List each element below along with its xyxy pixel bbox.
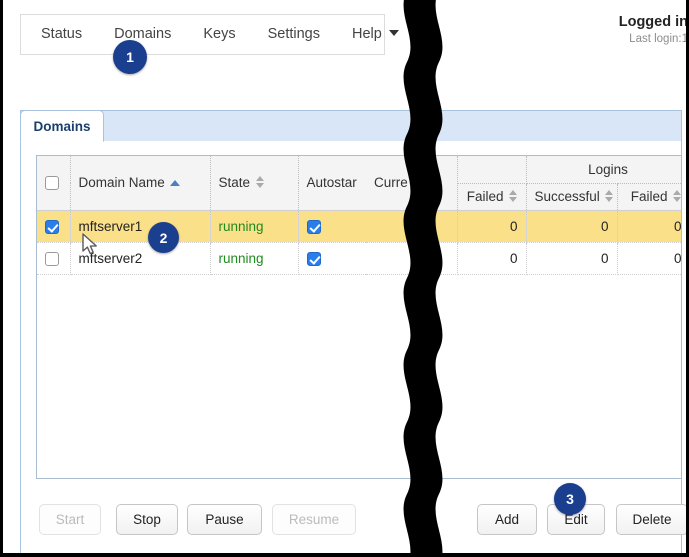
- row-select-checkbox[interactable]: [45, 251, 59, 266]
- column-header-label: Successful: [534, 189, 600, 204]
- column-header-logins-failed[interactable]: Failed: [617, 183, 681, 211]
- sort-both-icon: [605, 190, 614, 202]
- callout-number: 3: [566, 491, 574, 507]
- last-login-label: Last login:1: [629, 33, 688, 45]
- chevron-down-icon: [388, 30, 399, 36]
- nav-item-label: Help: [351, 26, 382, 42]
- cell-current: [366, 210, 458, 243]
- column-header-label: Failed: [466, 189, 504, 204]
- nav-item-label: Keys: [203, 26, 236, 42]
- domains-table: Domain Name State Autostar Curre Logins …: [37, 156, 681, 275]
- autostart-checkbox[interactable]: [306, 251, 321, 266]
- callout-badge-1: 1: [113, 40, 147, 74]
- nav-item-label: Status: [41, 26, 83, 42]
- application-window: Status Domains Keys Settings Help Logged…: [0, 0, 689, 557]
- column-header-autostart[interactable]: Autostar: [298, 156, 366, 211]
- button-label: Delete: [632, 512, 672, 527]
- tab-strip: [20, 110, 682, 141]
- button-label: Add: [494, 512, 520, 527]
- cell-logins-successful: 0: [526, 210, 618, 243]
- nav-item-status[interactable]: Status: [41, 14, 82, 55]
- column-header-label: Failed: [630, 189, 668, 204]
- cell-logins-successful: 0: [526, 242, 618, 275]
- table-row[interactable]: mftserver1 running 0 0 0 1/: [37, 210, 681, 243]
- cell-state: running: [210, 242, 299, 275]
- select-all-checkbox[interactable]: [45, 176, 59, 191]
- column-header-logins-successful[interactable]: Successful: [526, 183, 618, 211]
- logged-in-label: Logged in: [618, 14, 688, 30]
- cell-logins-failed: 0: [617, 242, 681, 275]
- column-header-failed-1[interactable]: Failed: [457, 183, 527, 211]
- cell-autostart[interactable]: [298, 210, 366, 243]
- mouse-cursor-icon: [82, 233, 97, 255]
- button-label: Pause: [205, 512, 244, 527]
- sort-both-icon: [255, 176, 264, 189]
- start-button[interactable]: Start: [39, 504, 101, 535]
- cell-current: [366, 242, 458, 275]
- nav-item-keys[interactable]: Keys: [203, 14, 235, 55]
- cell-logins-failed: 0: [617, 210, 681, 243]
- callout-badge-2: 2: [148, 222, 179, 253]
- column-header-state[interactable]: State: [210, 156, 299, 211]
- add-button[interactable]: Add: [477, 504, 537, 535]
- session-info: Logged in Last login:1: [618, 14, 688, 45]
- button-label: Start: [55, 512, 85, 527]
- button-label: Stop: [133, 512, 161, 527]
- column-header-domain-name[interactable]: Domain Name: [70, 156, 211, 211]
- callout-number: 1: [126, 49, 134, 65]
- button-label: Resume: [288, 512, 340, 527]
- column-header-label: State: [218, 175, 251, 191]
- sort-both-icon: [673, 190, 681, 202]
- pause-button[interactable]: Pause: [187, 504, 262, 535]
- stop-button[interactable]: Stop: [116, 504, 178, 535]
- sort-both-icon: [509, 190, 518, 202]
- column-header-current[interactable]: Curre: [366, 156, 458, 211]
- tab-domains[interactable]: Domains: [20, 110, 104, 142]
- tab-label: Domains: [33, 118, 91, 134]
- group-header-label: Logins: [588, 161, 628, 177]
- select-all-header[interactable]: [37, 156, 71, 211]
- cell-state: running: [210, 210, 299, 243]
- delete-button[interactable]: Delete: [616, 504, 686, 535]
- autostart-checkbox[interactable]: [306, 219, 321, 234]
- callout-number: 2: [159, 229, 168, 246]
- column-header-label: Curre: [374, 175, 408, 191]
- cell-failed-1: 0: [457, 242, 527, 275]
- sort-ascending-icon: [169, 180, 180, 187]
- group-header-blank: [457, 156, 527, 184]
- row-select-cell[interactable]: [37, 210, 71, 243]
- main-navigation-bar: Status Domains Keys Settings Help: [20, 14, 399, 55]
- nav-item-label: Domains: [114, 26, 172, 42]
- cell-autostart[interactable]: [298, 242, 366, 275]
- row-select-cell[interactable]: [37, 242, 71, 275]
- nav-item-help[interactable]: Help: [352, 14, 399, 55]
- nav-item-settings[interactable]: Settings: [268, 14, 320, 55]
- row-select-checkbox[interactable]: [45, 219, 59, 234]
- column-header-label: Autostar: [306, 175, 357, 191]
- table-row[interactable]: mftserver2 running 0 0 0 1/: [37, 242, 681, 275]
- resume-button[interactable]: Resume: [272, 504, 356, 535]
- nav-item-label: Settings: [267, 26, 320, 42]
- table-group-header-row: Domain Name State Autostar Curre Logins: [37, 156, 681, 211]
- column-header-label: Domain Name: [78, 175, 165, 191]
- cell-failed-1: 0: [457, 210, 527, 243]
- callout-badge-3: 3: [554, 483, 586, 515]
- domains-table-container: Domain Name State Autostar Curre Logins …: [36, 155, 682, 479]
- group-header-logins: Logins: [526, 156, 681, 184]
